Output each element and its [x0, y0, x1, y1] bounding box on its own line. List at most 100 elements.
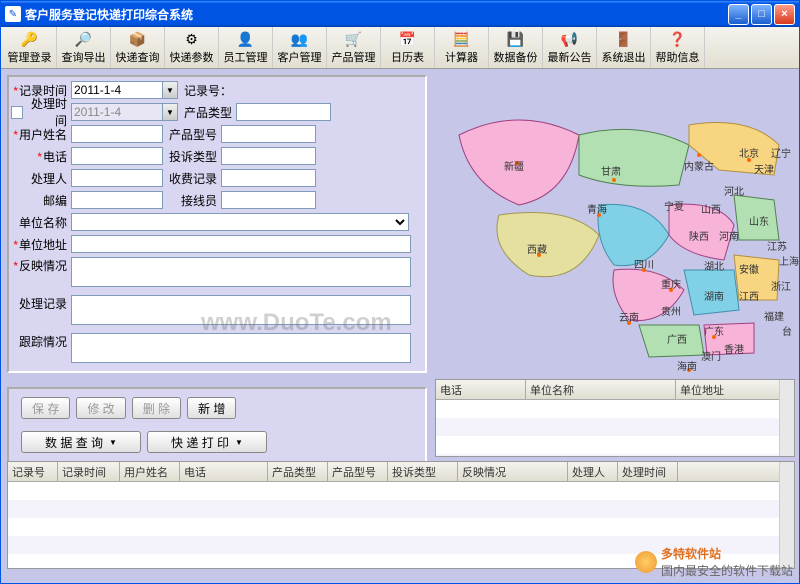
column-header[interactable]: 处理时间: [618, 462, 678, 481]
svg-text:陕西: 陕西: [689, 230, 709, 243]
toolbar-label: 帮助信息: [656, 49, 700, 65]
column-header[interactable]: 产品类型: [268, 462, 328, 481]
toolbar-5[interactable]: 👥客户管理: [273, 27, 327, 68]
column-header[interactable]: 记录号: [8, 462, 58, 481]
svg-text:云南: 云南: [619, 311, 639, 324]
svg-text:广东: 广东: [704, 325, 724, 338]
handle-time-label: 处理时间: [25, 95, 67, 129]
window-title: 客户服务登记快递打印综合系统: [25, 6, 728, 23]
toolbar-6[interactable]: 🛒产品管理: [327, 27, 381, 68]
unit-name-select[interactable]: [71, 213, 409, 231]
toolbar-12[interactable]: ❓帮助信息: [651, 27, 705, 68]
svg-text:内蒙古: 内蒙古: [684, 160, 714, 173]
toolbar-label: 产品管理: [332, 49, 376, 65]
titlebar[interactable]: ✎ 客户服务登记快递打印综合系统 _ □ ×: [1, 1, 799, 27]
content-area: 记录时间 ▼ 记录号： 处理时间 ▼ 产品类型: [1, 69, 799, 583]
toolbar-label: 数据备份: [494, 49, 538, 65]
handle-time-input: [71, 103, 163, 121]
toolbar-icon: 💾: [506, 30, 526, 48]
svg-text:江苏: 江苏: [767, 240, 787, 253]
feedback-label: 反映情况: [11, 257, 71, 274]
svg-text:重庆: 重庆: [661, 278, 681, 291]
complaint-type-input[interactable]: [221, 147, 316, 165]
delete-button[interactable]: 删 除: [132, 397, 181, 419]
column-header[interactable]: 单位名称: [526, 380, 676, 399]
scrollbar[interactable]: [779, 380, 795, 456]
toolbar-7[interactable]: 📅日历表: [381, 27, 435, 68]
chevron-down-icon: ▼: [235, 438, 243, 447]
product-type-input[interactable]: [236, 103, 331, 121]
dropdown-icon[interactable]: ▼: [163, 81, 178, 99]
toolbar-3[interactable]: ⚙快递参数: [165, 27, 219, 68]
column-header[interactable]: 电话: [180, 462, 268, 481]
toolbar-2[interactable]: 📦快递查询: [111, 27, 165, 68]
svg-text:新疆: 新疆: [504, 160, 524, 173]
toolbar-11[interactable]: 🚪系统退出: [597, 27, 651, 68]
svg-text:四川: 四川: [634, 260, 654, 271]
toolbar-label: 计算器: [445, 49, 478, 65]
svg-text:山东: 山东: [749, 215, 769, 228]
record-time-picker[interactable]: ▼: [71, 81, 178, 99]
svg-text:河南: 河南: [719, 230, 739, 243]
svg-text:山西: 山西: [701, 204, 721, 216]
svg-text:安徽: 安徽: [739, 263, 759, 276]
svg-text:青海: 青海: [587, 203, 607, 216]
app-window: ✎ 客户服务登记快递打印综合系统 _ □ × 🔑管理登录🔎查询导出📦快递查询⚙快…: [0, 0, 800, 584]
column-header[interactable]: 反映情况: [458, 462, 568, 481]
toolbar-icon: ⚙: [182, 30, 202, 48]
product-model-input[interactable]: [221, 125, 316, 143]
save-button[interactable]: 保 存: [21, 397, 70, 419]
column-header[interactable]: 记录时间: [58, 462, 120, 481]
close-button[interactable]: ×: [774, 4, 795, 25]
column-header[interactable]: 投诉类型: [388, 462, 458, 481]
postcode-input[interactable]: [71, 191, 163, 209]
column-header[interactable]: 电话: [436, 380, 526, 399]
toolbar-label: 客户管理: [278, 49, 322, 65]
track-textarea[interactable]: [71, 333, 411, 363]
operator-input[interactable]: [221, 191, 316, 209]
toolbar-icon: 👤: [236, 30, 256, 48]
feedback-textarea[interactable]: [71, 257, 411, 287]
query-button[interactable]: 数 据 查 询▼: [21, 431, 141, 453]
column-header[interactable]: 产品型号: [328, 462, 388, 481]
svg-text:北京: 北京: [739, 147, 759, 160]
footer: 多特软件站 国内最安全的软件下载站: [635, 545, 793, 579]
toolbar-9[interactable]: 💾数据备份: [489, 27, 543, 68]
toolbar-1[interactable]: 🔎查询导出: [57, 27, 111, 68]
unit-addr-input[interactable]: [71, 235, 411, 253]
column-header[interactable]: 处理人: [568, 462, 618, 481]
column-header[interactable]: 单位地址: [676, 380, 791, 399]
svg-text:浙江: 浙江: [771, 281, 791, 293]
username-label: 用户姓名: [11, 126, 71, 143]
toolbar: 🔑管理登录🔎查询导出📦快递查询⚙快递参数👤员工管理👥客户管理🛒产品管理📅日历表🧮…: [1, 27, 799, 69]
toolbar-label: 管理登录: [8, 49, 52, 65]
username-input[interactable]: [71, 125, 163, 143]
handler-label: 处理人: [11, 170, 71, 187]
handler-input[interactable]: [71, 169, 163, 187]
toolbar-10[interactable]: 📢最新公告: [543, 27, 597, 68]
toolbar-icon: 🧮: [452, 30, 472, 48]
add-button[interactable]: 新 增: [187, 397, 236, 419]
minimize-button[interactable]: _: [728, 4, 749, 25]
dropdown-icon: ▼: [163, 103, 178, 121]
phone-input[interactable]: [71, 147, 163, 165]
print-button[interactable]: 快 递 打 印▼: [147, 431, 267, 453]
maximize-button[interactable]: □: [751, 4, 772, 25]
button-panel: 保 存 修 改 删 除 新 增 数 据 查 询▼ 快 递 打 印▼: [7, 387, 427, 463]
handle-rec-textarea[interactable]: [71, 295, 411, 325]
svg-text:香港: 香港: [724, 344, 744, 356]
secondary-grid[interactable]: 电话单位名称单位地址: [435, 379, 795, 457]
toolbar-0[interactable]: 🔑管理登录: [3, 27, 57, 68]
fee-record-input[interactable]: [221, 169, 316, 187]
handle-time-checkbox[interactable]: [11, 106, 23, 119]
handle-time-picker: ▼: [71, 103, 178, 121]
modify-button[interactable]: 修 改: [76, 397, 125, 419]
record-time-input[interactable]: [71, 81, 163, 99]
column-header[interactable]: 用户姓名: [120, 462, 180, 481]
toolbar-label: 快递查询: [116, 49, 160, 65]
toolbar-label: 日历表: [391, 49, 424, 65]
unit-addr-label: 单位地址: [11, 236, 71, 253]
toolbar-8[interactable]: 🧮计算器: [435, 27, 489, 68]
toolbar-4[interactable]: 👤员工管理: [219, 27, 273, 68]
svg-text:江西: 江西: [739, 291, 759, 303]
